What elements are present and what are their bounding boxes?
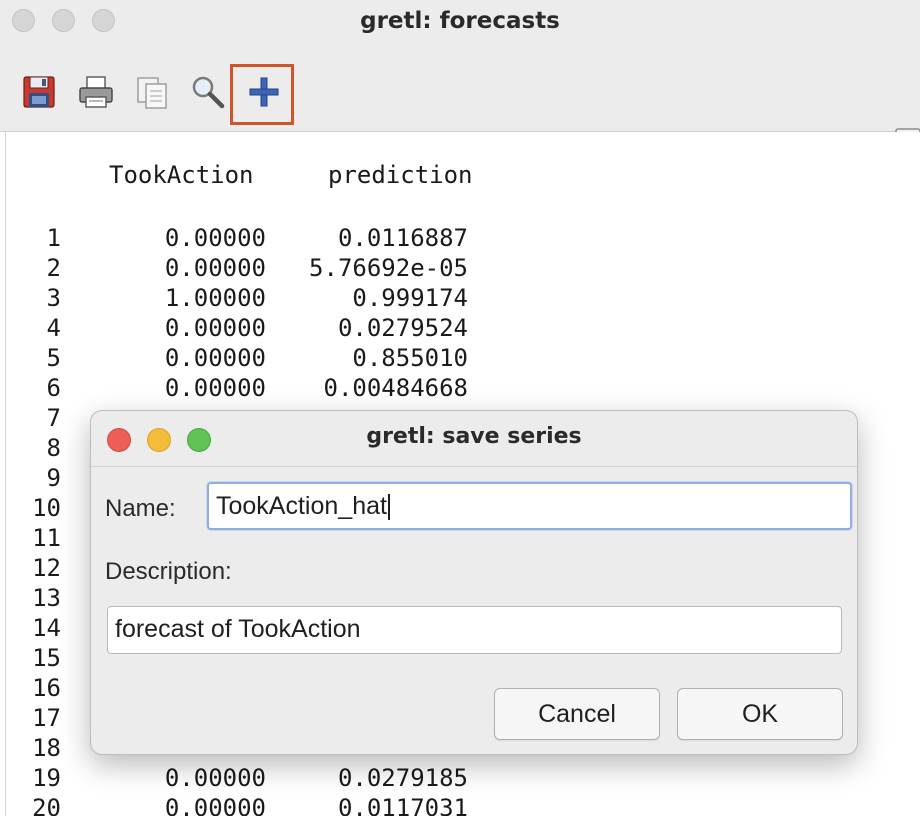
- row-number: 3: [46, 284, 61, 312]
- row-number: 16: [32, 674, 61, 702]
- cell-tookaction: 0.00000: [164, 254, 266, 282]
- cell-tookaction: 0.00000: [164, 314, 266, 342]
- cancel-button[interactable]: Cancel: [494, 688, 660, 740]
- window-title: gretl: forecasts: [360, 8, 560, 34]
- save-series-dialog: gretl: save series Name: TookAction_hat …: [90, 410, 858, 755]
- row-number: 18: [32, 734, 61, 762]
- cell-tookaction: 0.00000: [164, 794, 266, 816]
- cell-prediction: 0.0116887: [337, 224, 468, 252]
- cell-tookaction: 0.00000: [164, 374, 266, 402]
- cell-prediction: 0.0279524: [337, 314, 468, 342]
- row-number: 15: [32, 644, 61, 672]
- cell-prediction: 0.855010: [352, 344, 468, 372]
- find-icon: [192, 76, 225, 109]
- save-icon: [23, 76, 55, 108]
- name-field-value: TookAction_hat: [216, 492, 387, 520]
- text-caret: [387, 494, 390, 521]
- copy-icon: [137, 77, 167, 109]
- row-number: 13: [32, 584, 61, 612]
- print-button[interactable]: [76, 72, 116, 112]
- row-number: 8: [46, 434, 61, 462]
- cell-tookaction: 1.00000: [164, 284, 266, 312]
- cell-prediction: 0.0117031: [337, 794, 468, 816]
- name-label: Name:: [105, 495, 176, 522]
- cell-tookaction: 0.00000: [164, 764, 266, 792]
- cell-tookaction: 0.00000: [164, 344, 266, 372]
- cell-prediction: 0.00484668: [323, 374, 469, 402]
- row-number: 11: [32, 524, 61, 552]
- window-titlebar: gretl: forecasts: [0, 0, 920, 44]
- toolbar: [0, 44, 920, 152]
- row-number: 4: [46, 314, 61, 342]
- row-number: 1: [46, 224, 61, 252]
- print-icon: [79, 76, 113, 108]
- cell-prediction: 0.999174: [352, 284, 468, 312]
- description-field[interactable]: forecast of TookAction: [107, 606, 842, 654]
- row-number: 2: [46, 254, 61, 282]
- copy-button[interactable]: [132, 72, 172, 112]
- cell-prediction: 5.76692e-05: [309, 254, 468, 282]
- description-field-value: forecast of TookAction: [115, 615, 361, 643]
- highlight-box: [230, 64, 294, 125]
- row-number: 20: [32, 794, 61, 816]
- dialog-divider: [91, 466, 857, 467]
- name-field[interactable]: TookAction_hat: [207, 482, 852, 530]
- row-number: 9: [46, 464, 61, 492]
- description-label: Description:: [105, 558, 232, 585]
- row-number: 19: [32, 764, 61, 792]
- row-number: 17: [32, 704, 61, 732]
- column-header-tookaction: TookAction: [109, 161, 254, 189]
- cell-prediction: 0.0279185: [337, 764, 468, 792]
- row-number: 6: [46, 374, 61, 402]
- find-button[interactable]: [188, 72, 228, 112]
- row-number: 5: [46, 344, 61, 372]
- dialog-title: gretl: save series: [366, 424, 582, 449]
- ok-button[interactable]: OK: [677, 688, 843, 740]
- row-number: 7: [46, 404, 61, 432]
- column-header-prediction: prediction: [328, 161, 473, 189]
- row-number: 10: [32, 494, 61, 522]
- row-number: 12: [32, 554, 61, 582]
- save-button[interactable]: [20, 72, 60, 112]
- cell-tookaction: 0.00000: [164, 224, 266, 252]
- row-number: 14: [32, 614, 61, 642]
